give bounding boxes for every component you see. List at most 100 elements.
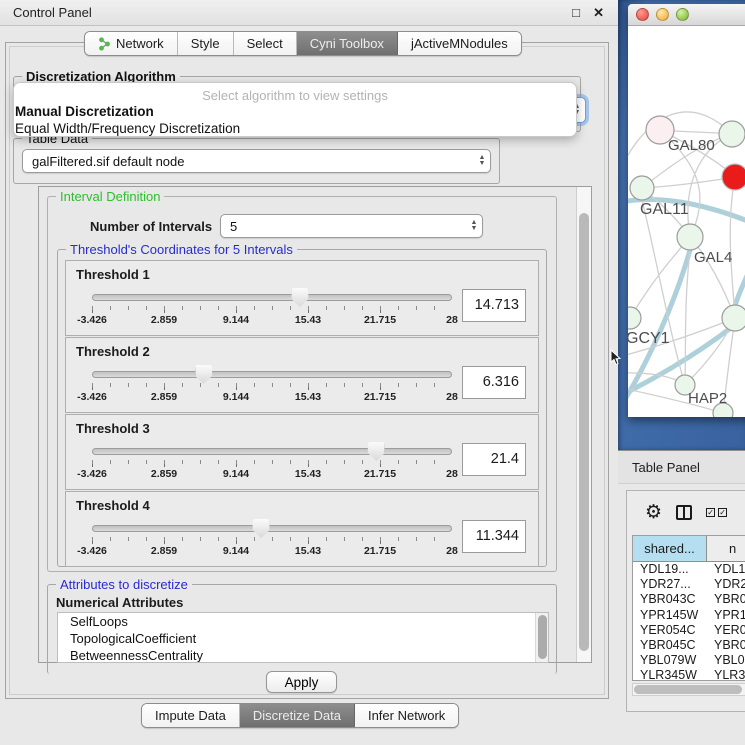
table-row[interactable]: YER054C YER0 bbox=[633, 623, 745, 638]
stepper-arrows-icon: ▲▼ bbox=[466, 215, 482, 237]
slider-track[interactable] bbox=[92, 525, 452, 532]
tab-discretize-data[interactable]: Discretize Data bbox=[240, 704, 355, 727]
close-traffic-light-icon[interactable] bbox=[636, 8, 649, 21]
bottom-tab-bar: Impute Data Discretize Data Infer Networ… bbox=[141, 703, 459, 728]
threshold-box: Threshold 2 -3.426 2.859 9.144 15.43 21.… bbox=[65, 337, 539, 413]
tick-label: -3.426 bbox=[77, 314, 107, 326]
slider-track[interactable] bbox=[92, 371, 452, 378]
slider-track[interactable] bbox=[92, 294, 452, 301]
gear-icon[interactable]: ⚙ bbox=[645, 503, 662, 522]
interval-definition-label: Interval Definition bbox=[56, 189, 164, 204]
slider-handle[interactable] bbox=[291, 288, 308, 307]
dropdown-item-selected[interactable]: Manual Discretization bbox=[14, 103, 576, 120]
tick-label: 9.144 bbox=[223, 545, 249, 557]
node-label-gal11: GAL11 bbox=[640, 201, 689, 218]
split-column-icon[interactable] bbox=[676, 505, 692, 520]
table-row[interactable]: YBR045C YBR0 bbox=[633, 638, 745, 653]
attribute-item[interactable]: BetweennessCentrality bbox=[58, 647, 548, 663]
table-panel-title: Table Panel bbox=[632, 460, 700, 475]
slider-tick-labels: -3.426 2.859 9.144 15.43 21.715 28 bbox=[92, 314, 452, 327]
threshold-label: Threshold 4 bbox=[76, 498, 150, 513]
attributes-group-label: Attributes to discretize bbox=[56, 577, 192, 592]
threshold-slider[interactable]: -3.426 2.859 9.144 15.43 21.715 28 bbox=[92, 366, 452, 408]
threshold-slider[interactable]: -3.426 2.859 9.144 15.43 21.715 28 bbox=[92, 443, 452, 485]
slider-tick-labels: -3.426 2.859 9.144 15.43 21.715 28 bbox=[92, 545, 452, 558]
threshold-slider[interactable]: -3.426 2.859 9.144 15.43 21.715 28 bbox=[92, 289, 452, 331]
tab-cyni-toolbox[interactable]: Cyni Toolbox bbox=[297, 32, 398, 55]
attribute-item[interactable]: SelfLoops bbox=[58, 613, 548, 630]
tick-label: 21.715 bbox=[364, 545, 396, 557]
control-panel-titlebar: Control Panel □ ✕ bbox=[0, 0, 618, 26]
network-canvas[interactable]: GAL80 G C GAL11 GAL4 GCY1 H HAP2 bbox=[628, 26, 745, 417]
network-graph: GAL80 G C GAL11 GAL4 GCY1 H HAP2 bbox=[628, 26, 745, 417]
apply-button[interactable]: Apply bbox=[266, 671, 337, 693]
column-header-shared[interactable]: shared... bbox=[633, 536, 707, 562]
num-intervals-label: Number of Intervals bbox=[90, 219, 212, 234]
slider-ticks bbox=[92, 383, 452, 390]
attributes-group: Attributes to discretize Numerical Attri… bbox=[47, 584, 557, 674]
tab-impute-data[interactable]: Impute Data bbox=[142, 704, 240, 727]
tab-jactivemnodules[interactable]: jActiveMNodules bbox=[398, 32, 521, 55]
column-header-name[interactable]: n bbox=[707, 536, 745, 562]
minimize-traffic-light-icon[interactable] bbox=[656, 8, 669, 21]
tab-network[interactable]: Network bbox=[85, 32, 178, 55]
table-row[interactable]: YBL079W YBL0 bbox=[633, 653, 745, 668]
tick-label: 2.859 bbox=[151, 314, 177, 326]
table-panel-body: ⚙ ✓ ✓ shared... n YDL19... YDL1 YDR27...… bbox=[626, 490, 745, 712]
table-data-combobox[interactable]: galFiltered.sif default node ▲▼ bbox=[22, 149, 491, 173]
tick-label: 2.859 bbox=[151, 391, 177, 403]
threshold-value-field[interactable]: 14.713 bbox=[462, 289, 526, 322]
slider-track[interactable] bbox=[92, 448, 452, 455]
checked-box-icon[interactable]: ✓ bbox=[718, 508, 727, 517]
table-horizontal-scrollbar[interactable] bbox=[632, 683, 745, 696]
network-window-frame: GAL80 G C GAL11 GAL4 GCY1 H HAP2 bbox=[618, 0, 745, 450]
numerical-attributes-list[interactable]: SelfLoopsTopologicalCoefficientBetweenne… bbox=[57, 612, 549, 663]
num-intervals-combobox[interactable]: 5 ▲▼ bbox=[220, 214, 483, 238]
slider-ticks bbox=[92, 306, 452, 313]
zoom-traffic-light-icon[interactable] bbox=[676, 8, 689, 21]
tab-label: Style bbox=[191, 36, 220, 51]
node-label-gcy1: GCY1 bbox=[628, 330, 670, 347]
list-scrollbar[interactable] bbox=[535, 613, 548, 662]
threshold-value-field[interactable]: 6.316 bbox=[462, 366, 526, 399]
tab-style[interactable]: Style bbox=[178, 32, 234, 55]
slider-tick-labels: -3.426 2.859 9.144 15.43 21.715 28 bbox=[92, 391, 452, 404]
table-header-row: shared... n bbox=[633, 536, 745, 562]
tick-label: 28 bbox=[446, 314, 458, 326]
tick-label: 2.859 bbox=[151, 468, 177, 480]
threshold-value-field[interactable]: 11.344 bbox=[462, 520, 526, 553]
table-panel-titlebar: Table Panel bbox=[618, 450, 745, 484]
table-data-value: galFiltered.sif default node bbox=[23, 154, 474, 169]
tab-label: Impute Data bbox=[155, 708, 226, 723]
interval-definition-group: Interval Definition Number of Intervals … bbox=[47, 196, 557, 572]
slider-handle[interactable] bbox=[368, 442, 385, 461]
table-row[interactable]: YDL19... YDL1 bbox=[633, 562, 745, 577]
dropdown-item[interactable]: Equal Width/Frequency Discretization bbox=[14, 120, 576, 137]
attribute-item[interactable]: TopologicalCoefficient bbox=[58, 630, 548, 647]
slider-ticks bbox=[92, 537, 452, 544]
threshold-value-field[interactable]: 21.4 bbox=[462, 443, 526, 476]
numerical-attributes-label: Numerical Attributes bbox=[56, 595, 183, 610]
close-icon[interactable]: ✕ bbox=[593, 5, 604, 21]
panel-scrollbar[interactable] bbox=[576, 187, 591, 662]
table-row[interactable]: YPR145W YPR1 bbox=[633, 608, 745, 623]
tick-label: 9.144 bbox=[223, 314, 249, 326]
thresholds-group: Threshold's Coordinates for 5 Intervals … bbox=[57, 249, 547, 567]
table-row[interactable]: YBR043C YBR0 bbox=[633, 592, 745, 607]
threshold-box: Threshold 3 -3.426 2.859 9.144 15.43 21.… bbox=[65, 414, 539, 490]
network-window: GAL80 G C GAL11 GAL4 GCY1 H HAP2 bbox=[628, 4, 745, 417]
threshold-slider[interactable]: -3.426 2.859 9.144 15.43 21.715 28 bbox=[92, 520, 452, 562]
table-row[interactable]: YDR27... YDR2 bbox=[633, 577, 745, 592]
checked-box-icon[interactable]: ✓ bbox=[706, 508, 715, 517]
tab-label: Network bbox=[116, 36, 164, 51]
stepper-arrows-icon: ▲▼ bbox=[474, 150, 490, 172]
thresholds-group-label: Threshold's Coordinates for 5 Intervals bbox=[66, 242, 297, 257]
slider-handle[interactable] bbox=[253, 519, 270, 538]
tick-label: 15.43 bbox=[295, 468, 321, 480]
tick-label: 28 bbox=[446, 545, 458, 557]
tab-select[interactable]: Select bbox=[234, 32, 297, 55]
slider-handle[interactable] bbox=[195, 365, 212, 384]
float-window-icon[interactable]: □ bbox=[572, 5, 580, 20]
table-row[interactable]: YLR345W YLR3 bbox=[633, 668, 745, 681]
tab-infer-network[interactable]: Infer Network bbox=[355, 704, 458, 727]
